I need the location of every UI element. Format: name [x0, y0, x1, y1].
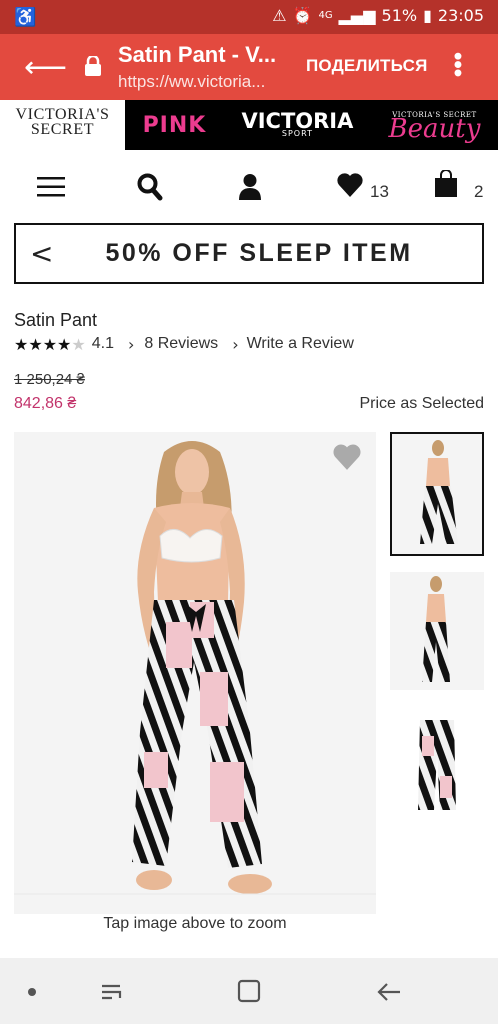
vs-beauty-logo[interactable]: VICTORIA'S SECRET Beauty	[389, 111, 481, 142]
hamburger-menu-icon[interactable]	[37, 177, 65, 197]
accessibility-icon: ♿	[14, 7, 37, 27]
promo-banner[interactable]: < 50% OFF SLEEP ITEM	[14, 223, 484, 284]
chevron-right-icon: ›	[232, 334, 239, 354]
status-bar: ♿ ⚠ ⏰ 4G ▂▄▆ 51% ▮ 23:05	[0, 0, 498, 34]
home-icon[interactable]	[237, 979, 261, 1003]
zoom-hint: Tap image above to zoom	[103, 915, 287, 932]
thumbnail-1[interactable]	[390, 432, 484, 556]
write-review-link[interactable]: Write a Review	[247, 335, 354, 353]
status-indicators: ⚠ ⏰ 4G ▂▄▆ 51% ▮ 23:05	[272, 6, 484, 25]
site-header-icons: 13 2	[0, 160, 498, 216]
star-rating-icon: ★★★★★	[14, 334, 86, 354]
reviews-link[interactable]: 8 Reviews	[144, 335, 218, 353]
clock: 23:05	[437, 6, 484, 25]
system-nav-bar	[0, 958, 498, 1024]
thumbnail-2-image	[422, 576, 450, 682]
victorias-secret-logo[interactable]: VICTORIA'S SECRET	[0, 100, 125, 150]
rating-value: 4.1	[91, 335, 114, 352]
pink-logo[interactable]: PINK	[143, 113, 207, 138]
model-illustration	[14, 441, 376, 895]
beauty-logo-main: Beauty	[388, 113, 481, 144]
account-icon[interactable]	[238, 173, 262, 201]
alarm-icon: ⏰	[292, 6, 313, 25]
battery-icon: ▮	[423, 6, 432, 25]
promo-text: 50% OFF SLEEP ITEM	[105, 239, 413, 267]
shopping-bag-icon[interactable]	[434, 170, 458, 198]
search-icon[interactable]	[137, 173, 163, 201]
thumbnail-3[interactable]	[390, 706, 484, 816]
sale-price: 842,86 ₴	[14, 395, 77, 412]
chevron-right-icon: ›	[127, 334, 135, 354]
product-title: Satin Pant	[14, 310, 98, 330]
price-note: Price as Selected	[359, 395, 484, 412]
back-icon[interactable]	[376, 980, 402, 1004]
network-type: 4G	[318, 10, 333, 21]
thumbnail-2[interactable]	[390, 572, 484, 690]
wishlist-count: 13	[370, 182, 389, 201]
back-arrow-icon[interactable]: ⟵	[24, 50, 67, 85]
vs-logo-line2: SECRET	[30, 121, 95, 138]
vs-logo-line1: VICTORIA'S	[15, 106, 110, 123]
chevron-left-icon[interactable]: <	[30, 237, 53, 270]
wishlist-heart-icon[interactable]	[336, 172, 364, 198]
victoria-sport-logo[interactable]: VICTORIA SPORT	[241, 111, 353, 138]
rating-row: ★★★★★ 4.1 › 8 Reviews › Write a Review	[14, 334, 354, 354]
recents-icon[interactable]	[98, 980, 124, 1004]
favorite-heart-icon[interactable]	[332, 442, 362, 472]
brand-bar: VICTORIA'S SECRET PINK VICTORIA SPORT VI…	[0, 100, 498, 150]
dot-indicator-icon	[28, 988, 36, 996]
page-url[interactable]: https://ww.victoria...	[118, 72, 293, 92]
warning-icon: ⚠	[272, 6, 287, 25]
thumbnail-1-image	[420, 440, 458, 544]
main-product-image[interactable]	[14, 432, 376, 914]
sub-brands: PINK VICTORIA SPORT VICTORIA'S SECRET Be…	[125, 100, 498, 150]
page-title[interactable]: Satin Pant - V...	[118, 42, 293, 68]
overflow-menu-icon[interactable]: •••	[444, 52, 471, 77]
browser-toolbar: ⟵ Satin Pant - V... https://ww.victoria.…	[0, 34, 498, 100]
bag-count: 2	[474, 182, 484, 201]
signal-icon: ▂▄▆	[338, 6, 376, 25]
thumbnail-3-image	[418, 720, 456, 810]
battery-percent: 51%	[381, 6, 418, 25]
share-button[interactable]: ПОДЕЛИТЬСЯ	[306, 56, 428, 76]
lock-icon	[85, 56, 101, 76]
original-price: 1 250,24 ₴	[14, 371, 85, 388]
